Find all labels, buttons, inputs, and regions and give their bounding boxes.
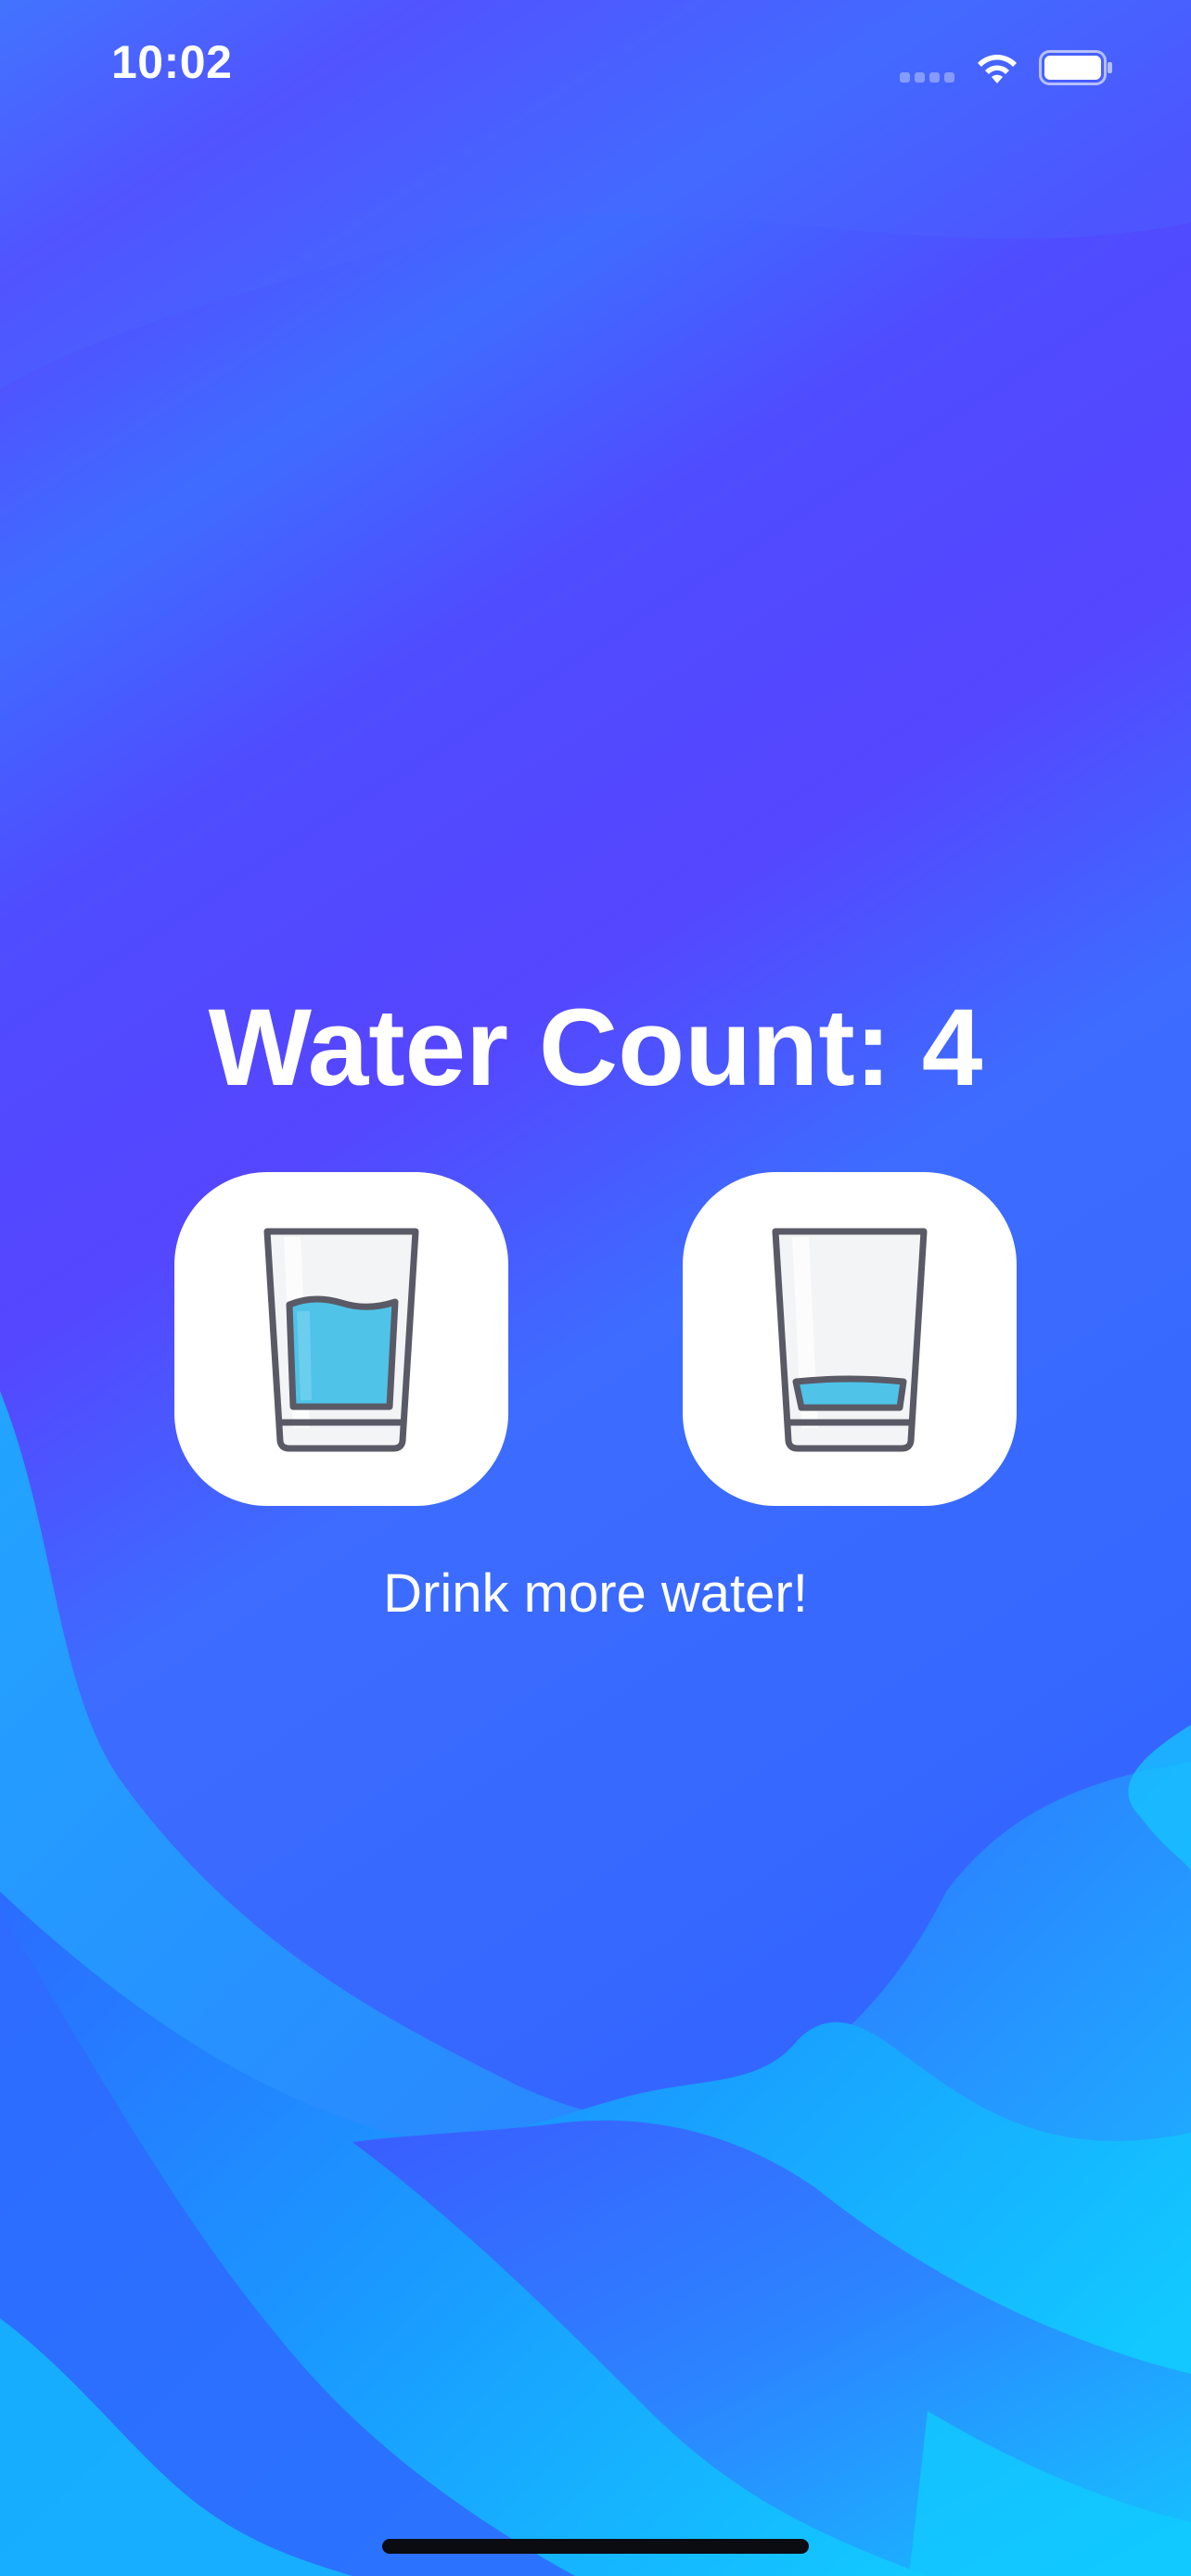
drink-more-water-message: Drink more water! [383, 1563, 808, 1624]
app-screen: 10:02 Water Count: 4 Drink more water! [0, 0, 1191, 2576]
battery-icon [1039, 50, 1112, 85]
cellular-signal-icon [900, 72, 957, 83]
wifi-icon [978, 55, 1017, 83]
water-count-title: Water Count: 4 [208, 987, 983, 1109]
full-water-glass-icon [263, 1228, 419, 1452]
status-time: 10:02 [111, 36, 233, 88]
home-indicator[interactable] [382, 2539, 809, 2554]
status-bar: 10:02 [0, 0, 1191, 139]
empty-glass-button[interactable] [683, 1172, 1017, 1506]
nearly-empty-water-glass-icon [772, 1228, 928, 1452]
full-glass-button[interactable] [174, 1172, 508, 1506]
